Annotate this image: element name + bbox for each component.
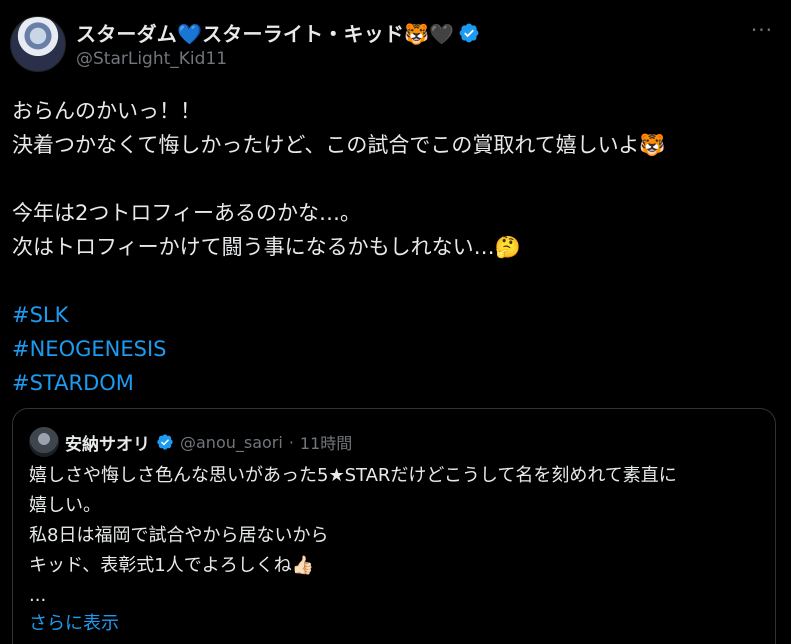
quoted-author-handle[interactable]: @anou_saori [180,433,283,452]
hashtag-link[interactable]: #SLK [12,298,782,332]
tweet-header: スターダム💙スターライト・キッド🐯🖤 @StarLight_Kid11 ··· [10,12,781,72]
tweet-line: 今年は2つトロフィーあるのかな…。 [12,201,361,225]
tweet-line: おらんのかいっ！！ [12,99,201,123]
author-avatar[interactable] [10,16,66,72]
separator-dot: · [288,432,294,452]
quoted-line: 私8日は福岡で試合やから居ないから [29,525,329,546]
author-display-name[interactable]: スターダム💙スターライト・キッド🐯🖤 [76,18,454,47]
quoted-tweet-header: 安納サオリ @anou_saori · 11時間 [29,427,352,457]
verified-badge-icon [157,434,173,450]
quoted-line: 嬉しい。 [29,495,101,516]
tweet-line: 次はトロフィーかけて闘う事になるかもしれない…🤔 [12,235,521,259]
quoted-tweet[interactable]: 安納サオリ @anou_saori · 11時間 嬉しさや悔しさ色んな思いがあっ… [12,408,776,644]
quoted-line: ... [29,585,47,606]
author-handle[interactable]: @StarLight_Kid11 [76,49,227,69]
show-more-link[interactable]: さらに表示 [29,609,119,635]
quoted-author-avatar[interactable] [29,427,59,457]
tweet-line: 決着つかなくて悔しかったけど、この試合でこの賞取れて嬉しいよ🐯 [12,133,666,157]
author-name-row: スターダム💙スターライト・キッド🐯🖤 [76,18,480,47]
quoted-tweet-text: 嬉しさや悔しさ色んな思いがあった5★STARだけどこうして名を刻めれて素直に 嬉… [29,461,769,611]
quoted-line: キッド、表彰式1人でよろしくね👍🏻 [29,555,315,576]
verified-badge-icon [459,23,479,42]
more-options-icon[interactable]: ··· [751,18,773,42]
hashtag-link[interactable]: #NEOGENESIS [12,332,782,366]
quoted-line: 嬉しさや悔しさ色んな思いがあった5★STARだけどこうして名を刻めれて素直に [29,465,677,486]
hashtag-link[interactable]: #STARDOM [12,366,782,400]
tweet-text: おらんのかいっ！！ 決着つかなくて悔しかったけど、この試合でこの賞取れて嬉しいよ… [12,94,782,400]
quoted-author-name[interactable]: 安納サオリ [65,430,150,455]
quoted-timestamp[interactable]: 11時間 [300,430,352,454]
